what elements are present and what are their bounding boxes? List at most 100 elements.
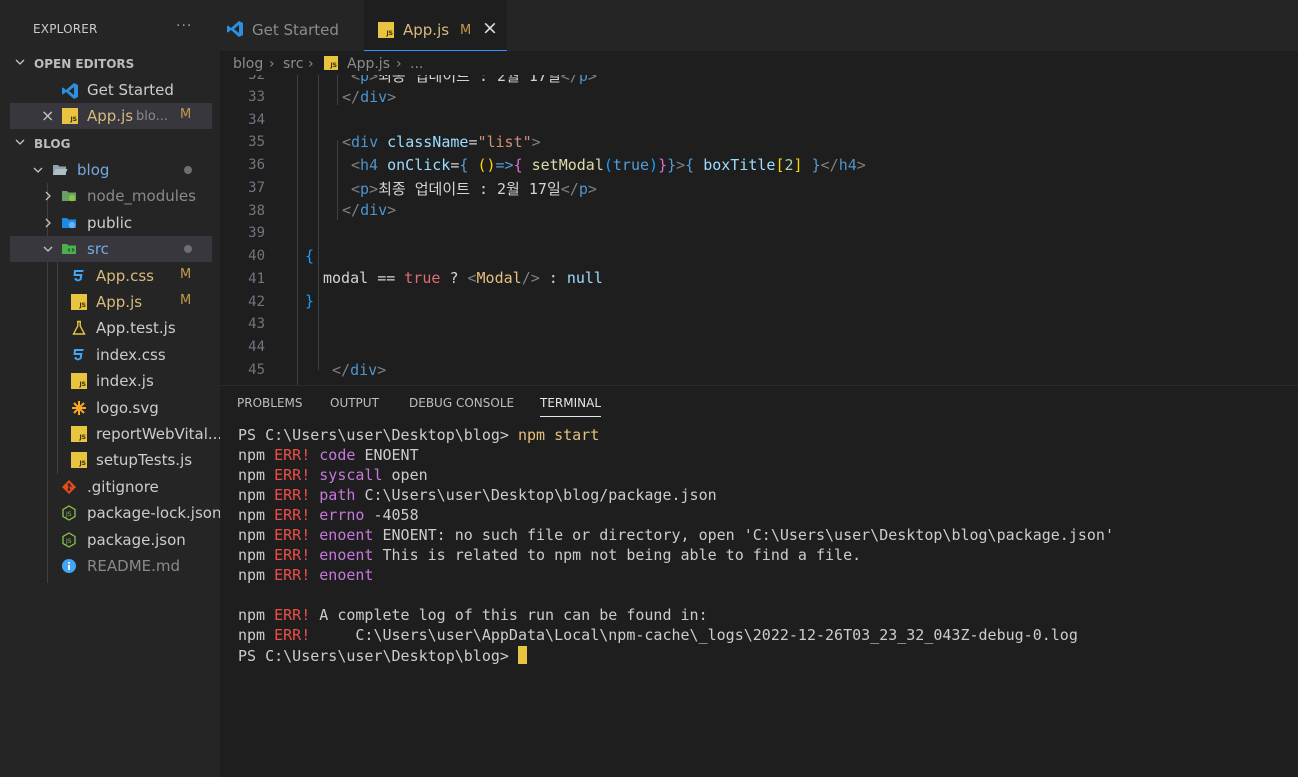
tree-file-label: setupTests.js: [96, 451, 193, 469]
terminal-prompt: PS C:\Users\user\Desktop\blog>: [238, 647, 509, 665]
tab-app-js[interactable]: JS App.js M ×: [364, 0, 507, 51]
breadcrumb-item[interactable]: blog: [233, 56, 263, 72]
code-keyword: true: [612, 156, 650, 174]
breadcrumb-separator-icon: ›: [308, 56, 314, 72]
close-icon[interactable]: ×: [41, 106, 54, 125]
tree-file-index-js[interactable]: JS index.js: [10, 368, 212, 394]
js-icon: JS: [62, 108, 78, 124]
tree-file-label: index.js: [96, 372, 154, 390]
indent-guide: [337, 75, 338, 105]
indent-guide: [318, 75, 319, 370]
line-number: 32: [248, 75, 265, 83]
tree-file-app-js[interactable]: JS App.js M: [10, 289, 212, 315]
tab-label: App.js: [403, 21, 450, 39]
chevron-down-icon: [15, 59, 25, 65]
line-number: 38: [248, 203, 265, 219]
terminal-line: npm ERR! enoent: [238, 566, 373, 584]
terminal-prompt: PS C:\Users\user\Desktop\blog>: [238, 426, 509, 444]
tree-folder-blog[interactable]: blog: [10, 157, 212, 183]
terminal-err-key: enoent: [319, 566, 374, 584]
line-number: 35: [248, 134, 265, 150]
terminal-line: npm ERR! enoent ENOENT: no such file or …: [238, 526, 1114, 544]
chevron-right-icon: [45, 191, 51, 201]
terminal-cursor: [517, 646, 527, 664]
info-icon: [62, 559, 76, 573]
terminal-npm: npm: [238, 486, 266, 504]
tree-file-setuptests-js[interactable]: JS setupTests.js: [10, 447, 212, 473]
tree-file-package-lock-json[interactable]: JS package-lock.json: [10, 500, 221, 526]
breadcrumb-item[interactable]: src: [283, 56, 303, 72]
terminal-err-text: ENOENT: [364, 446, 419, 464]
terminal-err-key: enoent: [319, 546, 374, 564]
css-icon: [73, 270, 84, 282]
line-number: 42: [248, 294, 265, 310]
tree-file-readme-md[interactable]: README.md: [10, 553, 212, 579]
js-icon: JS: [71, 373, 87, 389]
terminal-err: ERR!: [274, 606, 311, 624]
terminal-err: ERR!: [274, 486, 311, 504]
tree-file-label: App.js: [96, 293, 143, 311]
tree-folder-label: public: [87, 214, 133, 232]
code-component: Modal: [476, 269, 522, 287]
line-number: 36: [248, 157, 265, 173]
tree-file-app-css[interactable]: App.css M: [10, 263, 212, 289]
terminal-line: PS C:\Users\user\Desktop\blog> npm start: [238, 426, 599, 444]
tree-file-app-test-js[interactable]: App.test.js: [10, 315, 212, 341]
code-attr: onClick: [387, 156, 451, 174]
tree-folder-node-modules[interactable]: node_modules: [10, 183, 212, 209]
tab-debug-console[interactable]: DEBUG CONSOLE: [409, 396, 514, 410]
code-editor[interactable]: 32 33 34 35 36 37 38 39 40 41 42 43 44 4…: [220, 75, 1298, 385]
modified-badge: M: [460, 23, 472, 38]
tab-get-started[interactable]: Get Started: [220, 0, 364, 51]
terminal-err: ERR!: [274, 546, 311, 564]
code-line-36: <h4 onClick={ ()=>{ setModal(true)}}>{ b…: [351, 156, 866, 174]
tab-problems[interactable]: PROBLEMS: [237, 396, 303, 410]
code-line-33: </div>: [342, 88, 397, 106]
terminal-line: npm ERR! A complete log of this run can …: [238, 606, 708, 624]
public-folder-icon: [62, 218, 76, 229]
open-editor-item-get-started[interactable]: Get Started: [10, 77, 212, 103]
line-number: 39: [248, 225, 265, 241]
code-attr: className: [387, 133, 469, 151]
blog-section-header[interactable]: BLOG: [0, 133, 220, 155]
nodejs-icon: JS: [62, 532, 76, 548]
terminal-err-key: errno: [319, 506, 365, 524]
bottom-panel: PROBLEMS OUTPUT DEBUG CONSOLE TERMINAL P…: [220, 385, 1298, 777]
test-flask-icon: [72, 320, 86, 335]
js-icon: JS: [378, 22, 394, 38]
tree-folder-label: node_modules: [87, 187, 196, 205]
chevron-down-icon: [33, 167, 43, 173]
js-icon: JS: [71, 452, 87, 468]
tab-terminal[interactable]: TERMINAL: [540, 396, 602, 417]
tree-file-index-css[interactable]: index.css: [10, 342, 212, 368]
code-string: "list": [477, 133, 532, 151]
tree-folder-public[interactable]: public: [10, 210, 212, 236]
open-editors-section-header[interactable]: OPEN EDITORS: [0, 53, 220, 75]
line-number: 34: [248, 112, 265, 128]
tree-file-logo-svg[interactable]: logo.svg: [10, 395, 212, 421]
line-number: 43: [248, 316, 265, 332]
js-icon: JS: [71, 426, 87, 442]
code-keyword: true: [404, 269, 441, 287]
close-tab-icon[interactable]: ×: [482, 17, 498, 39]
breadcrumb-item[interactable]: App.js: [347, 56, 390, 72]
tree-folder-src[interactable]: src: [10, 236, 212, 262]
tree-file-gitignore[interactable]: .gitignore: [10, 474, 212, 500]
open-editor-item-app-js[interactable]: × JS App.js blo... M: [10, 103, 212, 129]
svg-text:JS: JS: [65, 511, 72, 518]
breadcrumb-item[interactable]: ...: [410, 56, 423, 72]
terminal-npm: npm: [238, 526, 266, 544]
terminal-input-line[interactable]: PS C:\Users\user\Desktop\blog>: [238, 646, 527, 665]
chevron-down-icon: [15, 139, 25, 145]
tree-file-reportwebvitals[interactable]: JS reportWebVital...: [10, 421, 222, 447]
js-icon: JS: [71, 294, 87, 310]
tab-output[interactable]: OUTPUT: [330, 396, 379, 410]
terminal-npm: npm: [238, 546, 266, 564]
terminal-line: npm ERR! syscall open: [238, 466, 428, 484]
tree-file-package-json[interactable]: JS package.json: [10, 527, 212, 553]
tree-file-label: App.css: [96, 267, 154, 285]
more-actions-icon[interactable]: ···: [176, 18, 192, 34]
code-function: setModal: [531, 156, 604, 174]
code-line-32: <p>최종 업데이트 : 2월 17일</p>: [351, 75, 597, 86]
terminal-log-path: C:\Users\user\AppData\Local\npm-cache\_l…: [319, 626, 1078, 644]
